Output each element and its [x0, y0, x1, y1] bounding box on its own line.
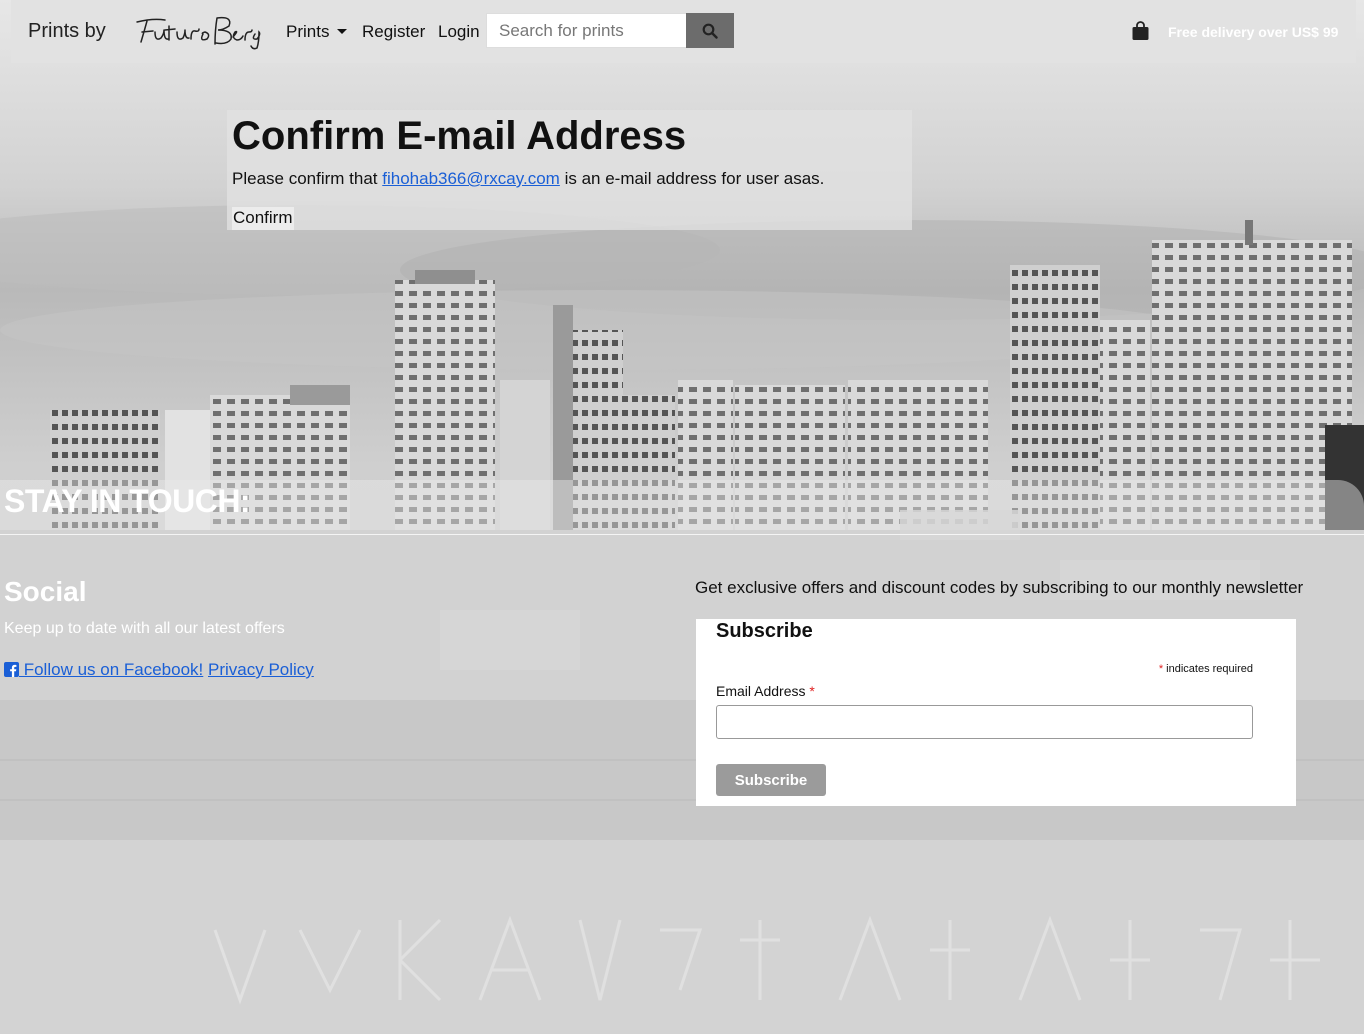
stay-in-touch-heading: STAY IN TOUCH: [4, 483, 251, 519]
social-heading: Social [4, 576, 87, 607]
privacy-policy-link[interactable]: Privacy Policy [208, 660, 314, 679]
top-navbar: Prints by Prints Register Login Search f… [11, 0, 1356, 63]
subscribe-heading: Subscribe [716, 620, 813, 642]
confirm-email-card: Confirm E-mail Address Please confirm th… [227, 110, 912, 230]
confirm-button[interactable]: Confirm [232, 207, 294, 230]
nav-prints-label: Prints [286, 22, 330, 41]
search-button[interactable] [686, 13, 734, 48]
nav-register-link[interactable]: Register [362, 22, 425, 42]
free-delivery-notice: Free delivery over US$ 99 [1168, 24, 1339, 40]
footer-divider [0, 534, 1364, 535]
nav-prints-dropdown[interactable]: Prints [286, 22, 348, 42]
facebook-square-icon [4, 662, 19, 677]
signature-logo-icon [136, 16, 261, 50]
newsletter-description: Get exclusive offers and discount codes … [695, 578, 1304, 597]
facebook-link[interactable]: Follow us on Facebook! [4, 660, 203, 679]
social-links: Follow us on Facebook! Privacy Policy [4, 660, 314, 680]
social-description: Keep up to date with all our latest offe… [4, 620, 285, 637]
email-label: Email Address * [716, 683, 815, 699]
caret-down-icon [337, 29, 348, 34]
subscribe-form: Subscribe * indicates required Email Add… [696, 619, 1296, 806]
email-label-text: Email Address [716, 683, 806, 699]
confirm-message-prefix: Please confirm that [232, 169, 383, 188]
shopping-bag-icon[interactable] [1131, 21, 1150, 46]
page-title: Confirm E-mail Address [232, 114, 687, 158]
email-field[interactable] [716, 705, 1253, 739]
subscribe-button[interactable]: Subscribe [716, 764, 826, 796]
confirm-message-suffix: is an e-mail address for user asas. [559, 169, 825, 188]
brand-text[interactable]: Prints by [28, 20, 106, 43]
email-required-star: * [809, 683, 815, 699]
required-note: * indicates required [1159, 663, 1253, 675]
facebook-link-label: Follow us on Facebook! [19, 660, 204, 679]
brand-logo[interactable] [133, 12, 263, 55]
search-icon [702, 23, 718, 39]
footer: STAY IN TOUCH: Social Keep up to date wi… [0, 480, 1364, 1034]
required-note-text: indicates required [1163, 663, 1253, 675]
confirm-message: Please confirm that fihohab366@rxcay.com… [232, 169, 824, 189]
search-input[interactable] [486, 13, 686, 48]
email-link[interactable]: fihohab366@rxcay.com [382, 169, 560, 188]
nav-login-link[interactable]: Login [438, 22, 480, 42]
